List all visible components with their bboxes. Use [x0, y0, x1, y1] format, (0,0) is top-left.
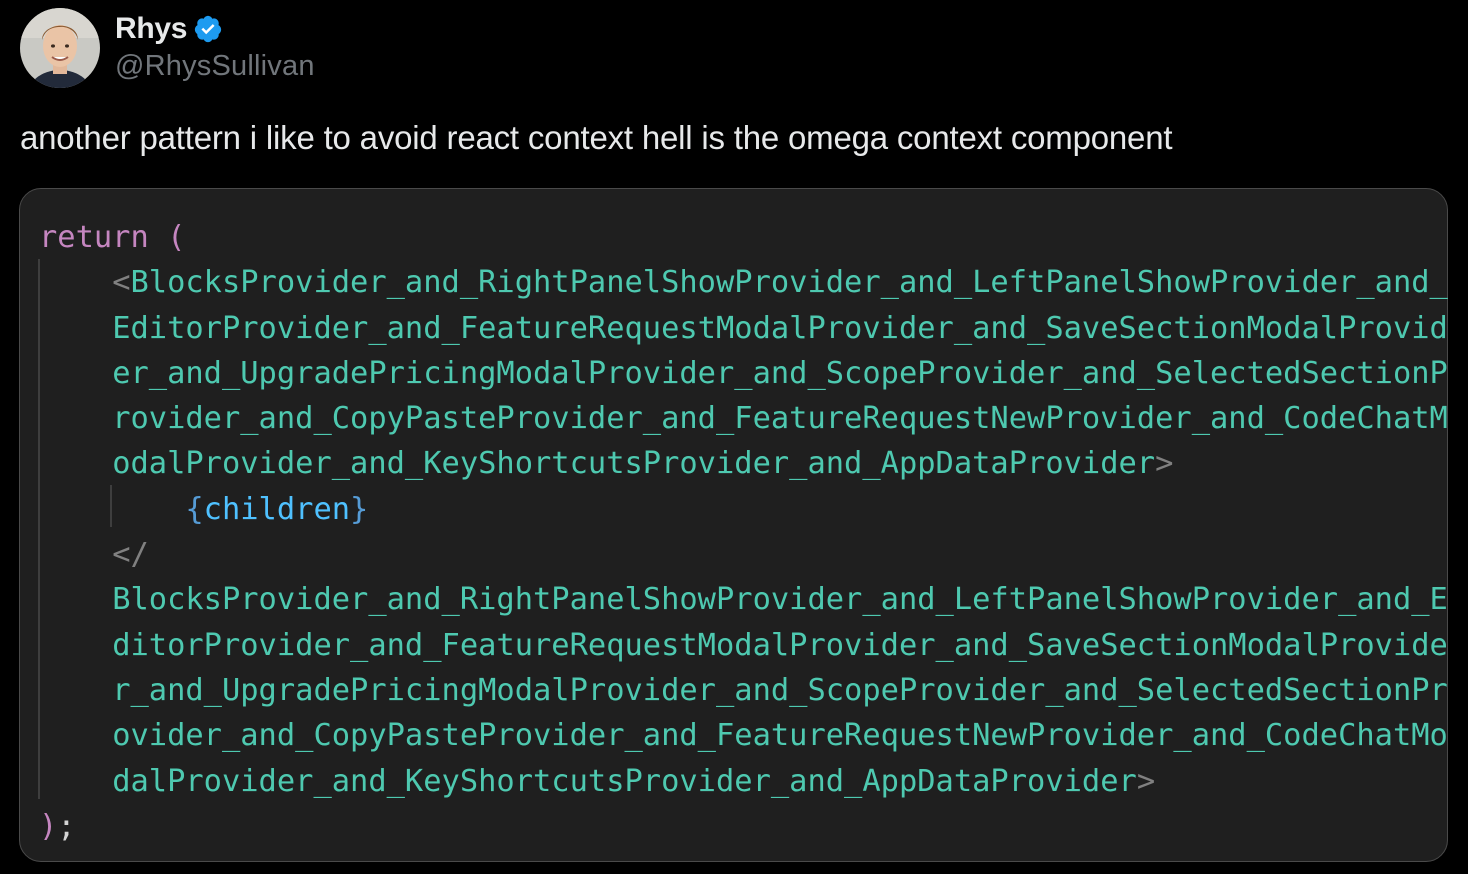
close-angle-bracket: >	[1155, 446, 1174, 482]
code-line: return (	[39, 215, 1448, 260]
close-angle-bracket: >	[1136, 763, 1156, 799]
open-tag-name-part: er_and_UpgradePricingModalProvider_and_S…	[112, 355, 1448, 391]
open-paren: (	[167, 220, 186, 255]
close-tag-name-part: BlocksProvider_and_RightPanelShowProvide…	[112, 582, 1448, 618]
code-line: er_and_UpgradePricingModalProvider_and_S…	[39, 351, 1448, 396]
children-close-brace: }	[350, 491, 369, 527]
code-line: ovider_and_CopyPasteProvider_and_Feature…	[39, 713, 1448, 758]
close-tag-name-part: r_and_UpgradePricingModalProvider_and_Sc…	[112, 672, 1448, 708]
code-line: r_and_UpgradePricingModalProvider_and_Sc…	[39, 668, 1448, 713]
close-tag-name-part: ovider_and_CopyPasteProvider_and_Feature…	[112, 718, 1448, 754]
code-line: dalProvider_and_KeyShortcutsProvider_and…	[39, 759, 1448, 804]
author-name-row: Rhys	[115, 10, 223, 48]
code-line: );	[39, 804, 1448, 849]
return-keyword: return	[39, 220, 149, 255]
closing-tag-open: </	[112, 537, 149, 573]
display-name[interactable]: Rhys	[115, 12, 187, 46]
code-line: {children}	[39, 487, 1448, 532]
code-line: </	[39, 532, 1448, 577]
handle[interactable]: @RhysSullivan	[115, 50, 315, 83]
close-tag-name-part: dalProvider_and_KeyShortcutsProvider_and…	[112, 763, 1137, 799]
code-line: <BlocksProvider_and_RightPanelShowProvid…	[39, 260, 1448, 305]
open-angle-bracket: <	[112, 265, 131, 301]
children-open-brace: {	[185, 491, 204, 527]
close-paren: )	[39, 808, 58, 844]
avatar-image	[20, 8, 100, 88]
children-variable: children	[203, 491, 351, 527]
code-content: return ( <BlocksProvider_and_RightPanelS…	[39, 215, 1448, 849]
open-tag-name-part: rovider_and_CopyPasteProvider_and_Featur…	[112, 401, 1448, 437]
code-line: EditorProvider_and_FeatureRequestModalPr…	[39, 306, 1448, 351]
close-tag-name-part: ditorProvider_and_FeatureRequestModalPro…	[112, 627, 1448, 663]
semicolon: ;	[57, 808, 76, 844]
open-tag-name-part: EditorProvider_and_FeatureRequestModalPr…	[112, 310, 1448, 346]
code-line: ditorProvider_and_FeatureRequestModalPro…	[39, 623, 1448, 668]
open-tag-name-part: odalProvider_and_KeyShortcutsProvider_an…	[112, 446, 1156, 482]
open-tag-name-part: BlocksProvider_and_RightPanelShowProvide…	[130, 265, 1448, 301]
code-block: return ( <BlocksProvider_and_RightPanelS…	[19, 188, 1448, 862]
verified-badge-icon[interactable]	[193, 14, 223, 44]
avatar[interactable]	[20, 8, 100, 88]
code-line: rovider_and_CopyPasteProvider_and_Featur…	[39, 396, 1448, 441]
code-line: BlocksProvider_and_RightPanelShowProvide…	[39, 577, 1448, 622]
tweet-text: another pattern i like to avoid react co…	[20, 119, 1173, 156]
code-line: odalProvider_and_KeyShortcutsProvider_an…	[39, 441, 1448, 486]
